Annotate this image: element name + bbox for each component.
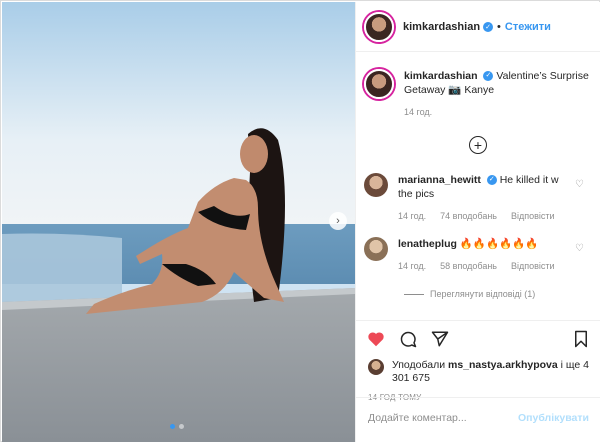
separator: •: [497, 20, 501, 33]
comment-username[interactable]: marianna_hewitt: [398, 174, 481, 186]
avatar[interactable]: [364, 11, 394, 42]
verified-icon: ✓: [483, 21, 494, 32]
post-photo[interactable]: ›: [2, 2, 355, 442]
bookmark-icon[interactable]: [571, 329, 591, 349]
comment-likes[interactable]: 74 вподобань: [440, 209, 497, 223]
comment-time[interactable]: 14 год.: [398, 259, 426, 273]
likes-prefix: Уподобали: [392, 359, 446, 371]
caption-meta: 14 год.: [404, 105, 593, 119]
likes-summary: Уподобали ms_nastya.arkhypova і ще 4 301…: [356, 349, 600, 385]
publish-button[interactable]: Опублікувати: [518, 412, 589, 424]
comments-list[interactable]: kimkardashian ✓ Valentine’s Surprise Get…: [356, 53, 600, 319]
load-more-comments-button[interactable]: +: [469, 136, 487, 154]
avatar[interactable]: [364, 69, 394, 99]
next-photo-button[interactable]: ›: [329, 212, 347, 230]
caption-text: kimkardashian ✓ Valentine’s Surprise Get…: [404, 69, 593, 119]
comment-icon[interactable]: [398, 329, 418, 349]
likes-user[interactable]: ms_nastya.arkhypova: [448, 359, 558, 371]
verified-icon: ✓: [483, 71, 494, 82]
share-icon[interactable]: [430, 329, 450, 349]
heart-icon[interactable]: ♡: [575, 243, 584, 254]
post-header: kimkardashian ✓ • Стежити: [356, 2, 600, 52]
comment-time[interactable]: 14 год.: [398, 209, 426, 223]
caption-username[interactable]: kimkardashian: [404, 70, 478, 82]
comment-item: marianna_hewitt ✓ He killed it w the pic…: [364, 173, 594, 223]
replies-divider: [404, 293, 424, 295]
carousel-dot: [179, 424, 184, 429]
post-side-panel: kimkardashian ✓ • Стежити kimkardashian …: [355, 2, 600, 442]
comment-text: marianna_hewitt ✓ He killed it w the pic…: [398, 173, 568, 223]
comment-input[interactable]: Додайте коментар...: [368, 412, 467, 424]
avatar[interactable]: [368, 359, 384, 375]
caption: kimkardashian ✓ Valentine’s Surprise Get…: [356, 53, 600, 119]
reply-button[interactable]: Відповісти: [511, 259, 555, 273]
comment-body: 🔥🔥🔥🔥🔥🔥: [459, 238, 539, 250]
comment-meta: 14 год. 74 вподобань Відповісти: [398, 209, 568, 223]
heart-icon[interactable]: ♡: [575, 179, 584, 190]
view-replies-label[interactable]: Переглянути відповіді (1): [430, 289, 535, 299]
view-replies[interactable]: Переглянути відповіді (1): [404, 289, 535, 299]
add-comment-bar: Додайте коментар... Опублікувати: [356, 397, 600, 437]
caption-time[interactable]: 14 год.: [404, 105, 432, 119]
follow-button[interactable]: Стежити: [505, 21, 551, 33]
beach-photo-illustration: [2, 2, 355, 442]
carousel-dot: [170, 424, 175, 429]
header-username[interactable]: kimkardashian: [403, 21, 480, 33]
carousel-dots: [170, 424, 184, 429]
reply-button[interactable]: Відповісти: [511, 209, 555, 223]
comment-username[interactable]: lenatheplug: [398, 238, 457, 250]
post-frame: › kimkardashian ✓ • Стежити kimkardashia…: [0, 0, 600, 442]
avatar[interactable]: [364, 237, 388, 261]
comment-text: lenatheplug 🔥🔥🔥🔥🔥🔥 14 год. 58 вподобань …: [398, 237, 568, 273]
comment-meta: 14 год. 58 вподобань Відповісти: [398, 259, 568, 273]
chevron-right-icon: ›: [336, 215, 340, 227]
verified-icon: ✓: [486, 175, 497, 186]
heart-icon[interactable]: [366, 329, 386, 349]
action-icons: [356, 321, 600, 349]
comment-likes[interactable]: 58 вподобань: [440, 259, 497, 273]
plus-icon: +: [473, 137, 483, 153]
comment-item: lenatheplug 🔥🔥🔥🔥🔥🔥 14 год. 58 вподобань …: [364, 237, 594, 273]
post-actions: Уподобали ms_nastya.arkhypova і ще 4 301…: [356, 320, 600, 436]
avatar[interactable]: [364, 173, 388, 197]
likes-text: Уподобали ms_nastya.arkhypova і ще 4 301…: [392, 359, 591, 385]
